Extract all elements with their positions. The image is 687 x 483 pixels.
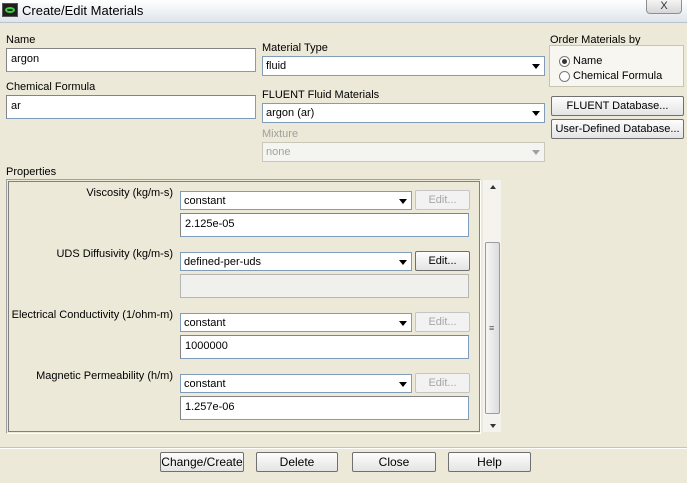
order-by-name-label[interactable]: Name — [573, 55, 602, 67]
property-method-value: constant — [184, 378, 226, 390]
property-value-input[interactable]: 2.125e-05 — [180, 213, 469, 237]
property-method-value: defined-per-uds — [184, 256, 262, 268]
material-type-select[interactable]: fluid — [262, 56, 545, 76]
chemical-formula-label: Chemical Formula — [6, 81, 96, 93]
user-defined-database-button[interactable]: User-Defined Database... — [551, 119, 684, 139]
property-method-select[interactable]: constant — [180, 313, 412, 332]
chevron-down-icon — [532, 64, 540, 69]
property-value-input[interactable]: 1.257e-06 — [180, 396, 469, 420]
window-title: Create/Edit Materials — [22, 3, 144, 18]
property-label: Viscosity (kg/m-s) — [86, 187, 173, 199]
scroll-grip-icon: ≡ — [489, 323, 495, 333]
mixture-select: none — [262, 142, 545, 162]
name-label: Name — [6, 34, 36, 46]
property-edit-button[interactable]: Edit... — [415, 373, 470, 393]
property-method-value: constant — [184, 317, 226, 329]
chevron-down-icon — [399, 199, 407, 204]
chevron-down-icon — [399, 321, 407, 326]
help-button[interactable]: Help — [448, 452, 531, 472]
chevron-down-icon — [532, 111, 540, 116]
property-method-select[interactable]: defined-per-uds — [180, 252, 412, 271]
name-input[interactable]: argon — [6, 48, 256, 72]
close-button[interactable]: Close — [352, 452, 436, 472]
property-method-select[interactable]: constant — [180, 374, 412, 393]
app-icon — [2, 3, 18, 17]
fluent-fluid-materials-label: FLUENT Fluid Materials — [262, 89, 380, 101]
fluent-fluid-materials-value: argon (ar) — [266, 107, 315, 119]
property-label: Electrical Conductivity (1/ohm-m) — [11, 309, 173, 321]
property-value-input — [180, 274, 469, 298]
property-edit-button[interactable]: Edit... — [415, 190, 470, 210]
material-type-label: Material Type — [262, 42, 328, 54]
property-label: Magnetic Permeability (h/m) — [36, 370, 173, 382]
property-edit-button[interactable]: Edit... — [415, 312, 470, 332]
order-by-name-radio[interactable] — [559, 56, 570, 67]
property-label: UDS Diffusivity (kg/m-s) — [56, 248, 173, 260]
chevron-down-icon — [399, 382, 407, 387]
order-by-formula-label[interactable]: Chemical Formula — [573, 70, 662, 82]
order-by-formula-radio[interactable] — [559, 71, 570, 82]
mixture-label: Mixture — [262, 128, 299, 140]
material-type-value: fluid — [266, 60, 287, 72]
delete-button[interactable]: Delete — [256, 452, 338, 472]
fluent-database-button[interactable]: FLUENT Database... — [551, 96, 684, 116]
property-method-value: constant — [184, 195, 226, 207]
scroll-up-icon[interactable] — [490, 185, 496, 189]
footer-divider — [0, 447, 687, 449]
property-edit-button[interactable]: Edit... — [415, 251, 470, 271]
fluent-fluid-materials-select[interactable]: argon (ar) — [262, 103, 545, 123]
chemical-formula-input[interactable]: ar — [6, 95, 256, 119]
properties-label: Properties — [6, 166, 57, 178]
chevron-down-icon — [532, 150, 540, 155]
close-window-button[interactable]: X — [646, 0, 682, 14]
chevron-down-icon — [399, 260, 407, 265]
scroll-down-icon[interactable] — [490, 424, 496, 428]
mixture-value: none — [266, 146, 291, 158]
change-create-button[interactable]: Change/Create — [160, 452, 244, 472]
property-value-input[interactable]: 1000000 — [180, 335, 469, 359]
property-method-select[interactable]: constant — [180, 191, 412, 210]
